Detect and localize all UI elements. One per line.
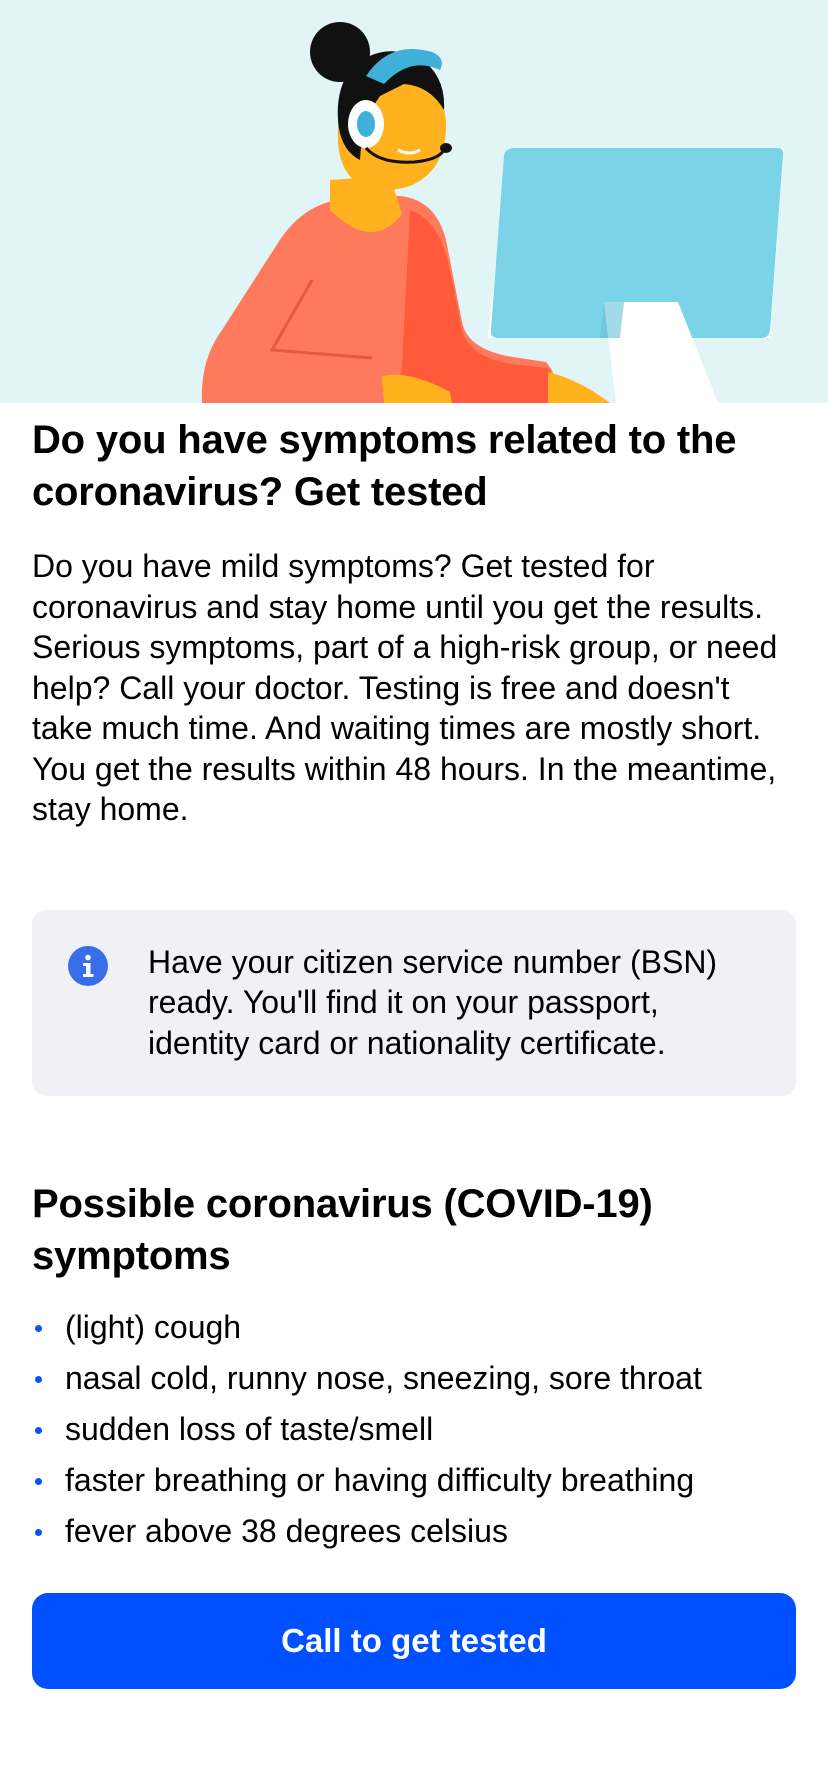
symptom-label: (light) cough [65, 1308, 242, 1345]
symptom-list: (light) cough nasal cold, runny nose, sn… [32, 1302, 796, 1557]
symptom-label: faster breathing or having difficulty br… [65, 1461, 695, 1498]
helpdesk-agent-illustration [201, 22, 784, 403]
bullet-icon [35, 1426, 42, 1434]
bullet-icon [35, 1477, 42, 1485]
symptom-list-item: sudden loss of taste/smell [32, 1404, 796, 1455]
symptom-list-item: (light) cough [32, 1302, 796, 1353]
page-title: Do you have symptoms related to the coro… [32, 418, 737, 514]
call-to-get-tested-button[interactable]: Call to get tested [32, 1592, 796, 1689]
hero-illustration [0, 0, 828, 403]
symptom-list-item: fever above 38 degrees celsius [32, 1506, 796, 1557]
bullet-icon [35, 1375, 42, 1383]
symptoms-title: Possible coronavirus (COVID-19) symptoms [32, 1181, 653, 1278]
bullet-icon [35, 1528, 42, 1536]
symptom-label: nasal cold, runny nose, sneezing, sore t… [65, 1359, 702, 1396]
bullet-icon [35, 1324, 42, 1332]
info-text: Have your citizen service number (BSN) r… [148, 943, 718, 1061]
main-content: Do you have symptoms related to the coro… [32, 414, 796, 1689]
intro-paragraph: Do you have mild symptoms? Get tested fo… [32, 548, 778, 827]
symptom-list-item: faster breathing or having difficulty br… [32, 1455, 796, 1506]
symptom-label: sudden loss of taste/smell [65, 1410, 434, 1447]
symptom-list-item: nasal cold, runny nose, sneezing, sore t… [32, 1353, 796, 1404]
symptom-label: fever above 38 degrees celsius [65, 1512, 508, 1549]
info-icon [68, 945, 108, 986]
info-box: Have your citizen service number (BSN) r… [32, 909, 796, 1096]
